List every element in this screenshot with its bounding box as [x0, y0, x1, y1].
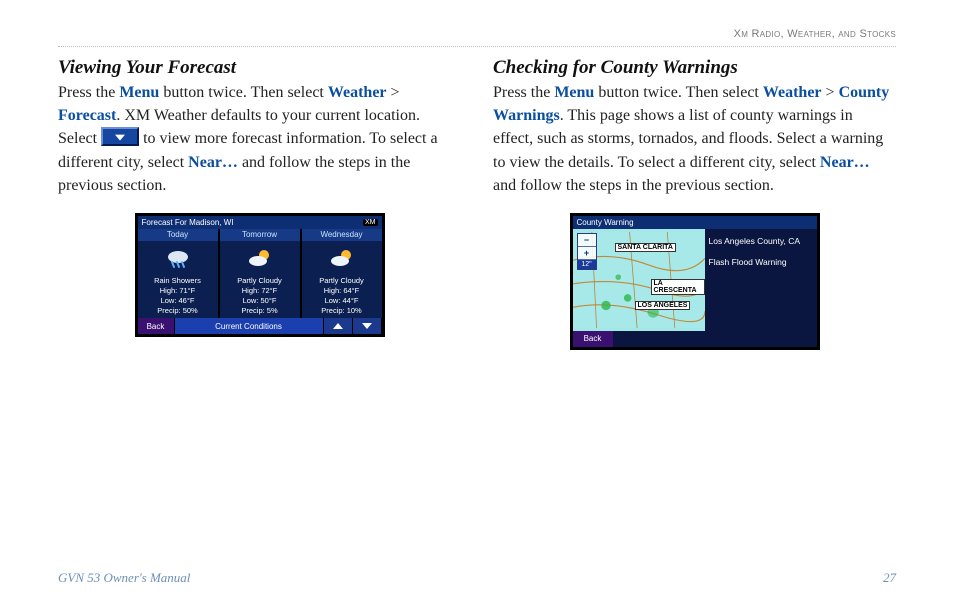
forecast-cond: Partly Cloudy	[302, 276, 382, 286]
forecast-lo: Low: 50°F	[220, 296, 300, 306]
current-conditions-button[interactable]: Current Conditions	[175, 318, 324, 334]
kw-menu: Menu	[119, 84, 159, 101]
zoom-out-button[interactable]: −	[578, 234, 596, 247]
kw-weather: Weather	[763, 84, 822, 101]
forecast-precip: Precip: 5%	[220, 306, 300, 316]
map-label-santa-clarita: SANTA CLARITA	[615, 243, 676, 252]
zoom-scale: 12"	[578, 260, 596, 269]
cw-warning-type: Flash Flood Warning	[709, 256, 813, 269]
forecast-day: Tomorrow	[220, 229, 300, 242]
cw-county-name: Los Angeles County, CA	[709, 235, 813, 248]
text: Press the	[58, 84, 119, 101]
manual-page: Xm Radio, Weather, and Stocks Viewing Yo…	[0, 0, 954, 608]
cw-titlebar: County Warning	[573, 216, 817, 229]
forecast-day: Today	[138, 229, 218, 242]
kw-menu: Menu	[554, 84, 594, 101]
kw-near: Near…	[188, 154, 238, 171]
content-columns: Viewing Your Forecast Press the Menu but…	[58, 57, 896, 350]
kw-near: Near…	[820, 154, 870, 171]
page-footer: GVN 53 Owner's Manual 27	[58, 570, 896, 586]
map-label-los-angeles: LOS ANGELES	[635, 301, 691, 310]
heading-forecast: Viewing Your Forecast	[58, 57, 461, 79]
forecast-precip: Precip: 10%	[302, 306, 382, 316]
zoom-in-button[interactable]: +	[578, 247, 596, 260]
partly-cloudy-icon	[302, 244, 382, 274]
forecast-day: Wednesday	[302, 229, 382, 242]
down-arrow-icon	[101, 127, 139, 146]
forecast-lo: Low: 44°F	[302, 296, 382, 306]
column-left: Viewing Your Forecast Press the Menu but…	[58, 57, 461, 350]
text: and follow the steps in the previous sec…	[493, 177, 774, 194]
kw-forecast: Forecast	[58, 107, 116, 124]
page-number: 27	[883, 570, 896, 586]
forecast-hi: High: 71°F	[138, 286, 218, 296]
column-right: Checking for County Warnings Press the M…	[493, 57, 896, 350]
cw-side-panel: Los Angeles County, CA Flash Flood Warni…	[705, 229, 817, 331]
forecast-precip: Precip: 50%	[138, 306, 218, 316]
forecast-titlebar: Forecast For Madison, WI XM	[138, 216, 382, 229]
forecast-lo: Low: 46°F	[138, 296, 218, 306]
cw-body: − + 12" SANTA CLARITA LA CRESCENTA LOS A…	[573, 229, 817, 331]
forecast-title: Forecast For Madison, WI	[142, 218, 234, 227]
forecast-cond: Partly Cloudy	[220, 276, 300, 286]
scroll-down-button[interactable]	[353, 318, 382, 334]
forecast-card: Wednesday Partly Cloudy High: 64°F Low: …	[302, 229, 382, 318]
forecast-hi: High: 64°F	[302, 286, 382, 296]
partly-cloudy-icon	[220, 244, 300, 274]
cw-footer: Back	[573, 331, 817, 347]
heading-county-warnings: Checking for County Warnings	[493, 57, 896, 79]
back-button[interactable]: Back	[573, 331, 613, 347]
text: button twice. Then select	[594, 84, 763, 101]
text: >	[387, 84, 400, 101]
forecast-card: Today Rain Showers High: 71°F Low: 46°F …	[138, 229, 218, 318]
forecast-footer: Back Current Conditions	[138, 318, 382, 334]
kw-weather: Weather	[328, 84, 387, 101]
forecast-cond: Rain Showers	[138, 276, 218, 286]
forecast-cards: Today Rain Showers High: 71°F Low: 46°F …	[138, 229, 382, 318]
back-button[interactable]: Back	[138, 318, 175, 334]
paragraph-forecast: Press the Menu button twice. Then select…	[58, 81, 461, 197]
map-label-la-crescenta: LA CRESCENTA	[651, 279, 705, 295]
cw-map: − + 12" SANTA CLARITA LA CRESCENTA LOS A…	[573, 229, 705, 331]
paragraph-county-warnings: Press the Menu button twice. Then select…	[493, 81, 896, 197]
forecast-screenshot: Forecast For Madison, WI XM Today Rain S…	[135, 213, 385, 337]
rain-icon	[138, 244, 218, 274]
xm-badge: XM	[363, 219, 378, 226]
chapter-header: Xm Radio, Weather, and Stocks	[58, 28, 896, 47]
forecast-hi: High: 72°F	[220, 286, 300, 296]
text: >	[822, 84, 839, 101]
scroll-up-button[interactable]	[324, 318, 353, 334]
footer-spacer	[613, 331, 817, 347]
zoom-control: − + 12"	[577, 233, 597, 270]
text: Press the	[493, 84, 554, 101]
manual-name: GVN 53 Owner's Manual	[58, 570, 190, 586]
text: button twice. Then select	[159, 84, 328, 101]
forecast-card: Tomorrow Partly Cloudy High: 72°F Low: 5…	[220, 229, 300, 318]
cw-title: County Warning	[577, 218, 634, 227]
county-warning-screenshot: County Warning	[570, 213, 820, 350]
